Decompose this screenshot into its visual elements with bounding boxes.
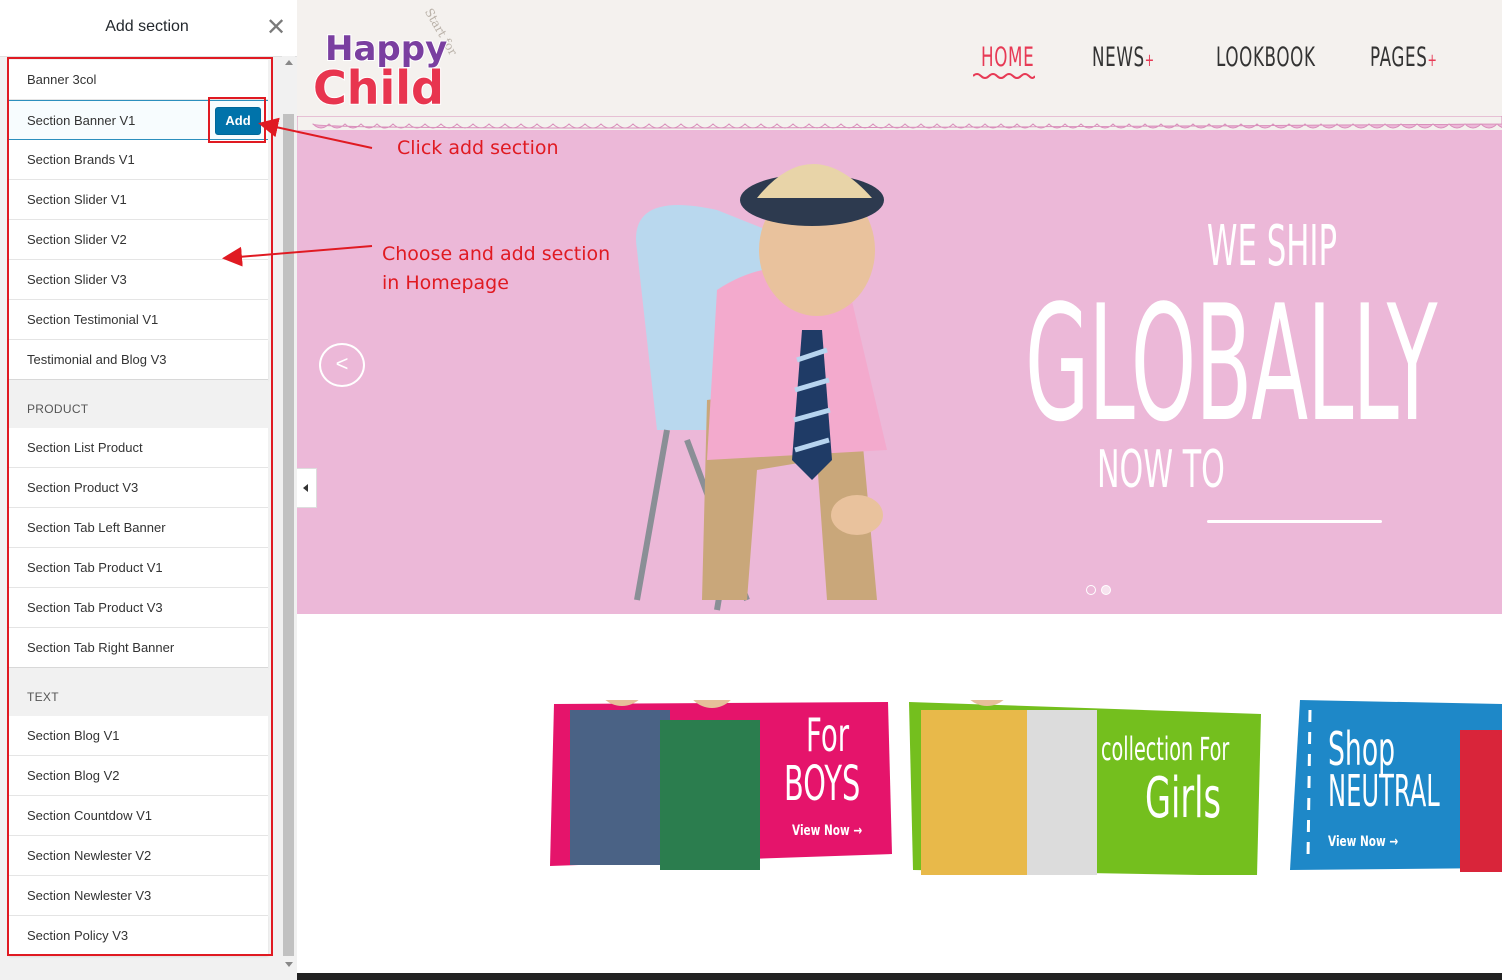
list-item[interactable]: Section Policy V3 bbox=[9, 916, 268, 956]
nav-news[interactable]: NEWS+ bbox=[1092, 42, 1155, 73]
collapse-arrow-icon bbox=[303, 484, 308, 492]
list-item[interactable]: Banner 3col bbox=[9, 60, 268, 100]
category-boys-line2: BOYS bbox=[784, 756, 861, 812]
list-item[interactable]: Section Blog V1 bbox=[9, 716, 268, 756]
category-boys-line1: For bbox=[806, 708, 850, 762]
arrow-right-icon: → bbox=[1389, 834, 1399, 850]
annotation-choose-line1: Choose and add section bbox=[382, 243, 611, 265]
category-girls-line2: Girls bbox=[1145, 766, 1222, 831]
list-item-label: Section Slider V1 bbox=[27, 192, 127, 207]
list-item-label: Section Testimonial V1 bbox=[27, 312, 159, 327]
cta-label: View Now bbox=[1328, 834, 1386, 850]
scroll-up-icon[interactable] bbox=[285, 60, 293, 65]
list-item-label: Section Brands V1 bbox=[27, 152, 135, 167]
list-item-label: Section Banner V1 bbox=[27, 113, 136, 128]
category-boys-cta[interactable]: View Now → bbox=[792, 823, 862, 839]
list-item-label: Section List Product bbox=[27, 440, 143, 455]
list-item[interactable]: Section List Product bbox=[9, 428, 268, 468]
list-item[interactable]: Section Brands V1 bbox=[9, 140, 268, 180]
list-item[interactable]: Section Slider V3 bbox=[9, 260, 268, 300]
list-item[interactable]: Testimonial and Blog V3 bbox=[9, 340, 268, 380]
banner-headline-3: NOW TO bbox=[1097, 440, 1225, 500]
slider-prev-button[interactable]: < bbox=[319, 343, 365, 387]
section-list: Banner 3col Section Banner V1 Add Sectio… bbox=[9, 60, 268, 956]
list-item-label: Banner 3col bbox=[27, 72, 97, 87]
add-section-panel: Add section ✕ Banner 3col Section Banner… bbox=[0, 0, 297, 980]
category-girls-line1: collection For bbox=[1101, 730, 1230, 768]
panel-title: Add section bbox=[105, 18, 189, 35]
nav-pages[interactable]: PAGES+ bbox=[1370, 42, 1437, 73]
slider-dot[interactable] bbox=[1086, 585, 1096, 595]
list-item-label: Section Policy V3 bbox=[27, 928, 129, 943]
panel-header: Add section ✕ bbox=[0, 0, 297, 57]
annotation-click-add: Click add section bbox=[397, 137, 559, 159]
group-label: PRODUCT bbox=[27, 402, 89, 416]
scroll-down-icon[interactable] bbox=[285, 962, 293, 967]
banner-headline-2: GLOBALLY bbox=[1025, 270, 1438, 457]
list-item-selected[interactable]: Section Banner V1 Add bbox=[9, 100, 268, 140]
collapse-sidebar-button[interactable] bbox=[297, 468, 317, 508]
list-item[interactable]: Section Newlester V2 bbox=[9, 836, 268, 876]
list-item-label: Section Blog V2 bbox=[27, 768, 120, 783]
happy-child-logo[interactable]: Start for Happy Child bbox=[311, 4, 471, 116]
hero-banner: < WE SHIP GLOBALLY NOW TO bbox=[297, 130, 1502, 614]
list-item-label: Testimonial and Blog V3 bbox=[27, 352, 167, 367]
annotation-choose-line2: in Homepage bbox=[382, 272, 509, 294]
list-item-label: Section Tab Product V1 bbox=[27, 560, 163, 575]
list-item-label: Section Slider V3 bbox=[27, 272, 127, 287]
list-item[interactable]: Section Tab Product V3 bbox=[9, 588, 268, 628]
list-item-label: Section Tab Right Banner bbox=[27, 640, 175, 655]
nav-lookbook[interactable]: LOOKBOOK bbox=[1216, 42, 1316, 73]
list-item-label: Section Newlester V2 bbox=[27, 848, 152, 863]
nav-pages-label: PAGES bbox=[1370, 42, 1428, 73]
slider-dot-active[interactable] bbox=[1101, 585, 1111, 595]
list-item-label: Section Newlester V3 bbox=[27, 888, 152, 903]
nav-home[interactable]: HOME bbox=[981, 42, 1034, 73]
arrow-right-icon: → bbox=[853, 823, 863, 839]
list-item[interactable]: Section Product V3 bbox=[9, 468, 268, 508]
add-button[interactable]: Add bbox=[215, 107, 261, 135]
nav-lookbook-label: LOOKBOOK bbox=[1216, 42, 1316, 73]
list-item-label: Section Tab Product V3 bbox=[27, 600, 163, 615]
list-item[interactable]: Section Tab Product V1 bbox=[9, 548, 268, 588]
list-item[interactable]: Section Tab Left Banner bbox=[9, 508, 268, 548]
nav-plus: + bbox=[1144, 50, 1155, 71]
nav-plus: + bbox=[1427, 50, 1438, 71]
nav-home-label: HOME bbox=[981, 42, 1035, 73]
nav-news-label: NEWS bbox=[1092, 42, 1145, 73]
close-icon[interactable]: ✕ bbox=[262, 14, 290, 42]
list-item[interactable]: Section Blog V2 bbox=[9, 756, 268, 796]
panel-scrollbar[interactable] bbox=[282, 56, 295, 972]
list-item-label: Section Countdow V1 bbox=[27, 808, 153, 823]
group-label: TEXT bbox=[27, 690, 59, 704]
nav-home-underline bbox=[973, 73, 1035, 79]
logo-line2: Child bbox=[313, 61, 444, 115]
list-item-label: Section Slider V2 bbox=[27, 232, 127, 247]
cta-label: View Now bbox=[792, 823, 850, 839]
category-neutral-cta[interactable]: View Now → bbox=[1328, 834, 1398, 850]
list-item-label: Section Product V3 bbox=[27, 480, 139, 495]
hero-child-image bbox=[634, 164, 887, 611]
site-header: Start for Happy Child HOME NEWS+ LOOKBOO… bbox=[297, 0, 1502, 130]
list-item[interactable]: Section Countdow V1 bbox=[9, 796, 268, 836]
list-item[interactable]: Section Testimonial V1 bbox=[9, 300, 268, 340]
list-item[interactable]: Section Slider V1 bbox=[9, 180, 268, 220]
scroll-thumb[interactable] bbox=[283, 114, 294, 956]
category-neutral-line2: NEUTRAL bbox=[1328, 766, 1440, 817]
bottom-edge bbox=[297, 973, 1502, 980]
list-item[interactable]: Section Tab Right Banner bbox=[9, 628, 268, 668]
group-header-text: TEXT bbox=[9, 668, 268, 716]
banner-underline bbox=[1207, 520, 1382, 523]
list-item[interactable]: Section Newlester V3 bbox=[9, 876, 268, 916]
list-item-label: Section Tab Left Banner bbox=[27, 520, 166, 535]
list-item-label: Section Blog V1 bbox=[27, 728, 120, 743]
list-item[interactable]: Section Slider V2 bbox=[9, 220, 268, 260]
group-header-product: PRODUCT bbox=[9, 380, 268, 428]
